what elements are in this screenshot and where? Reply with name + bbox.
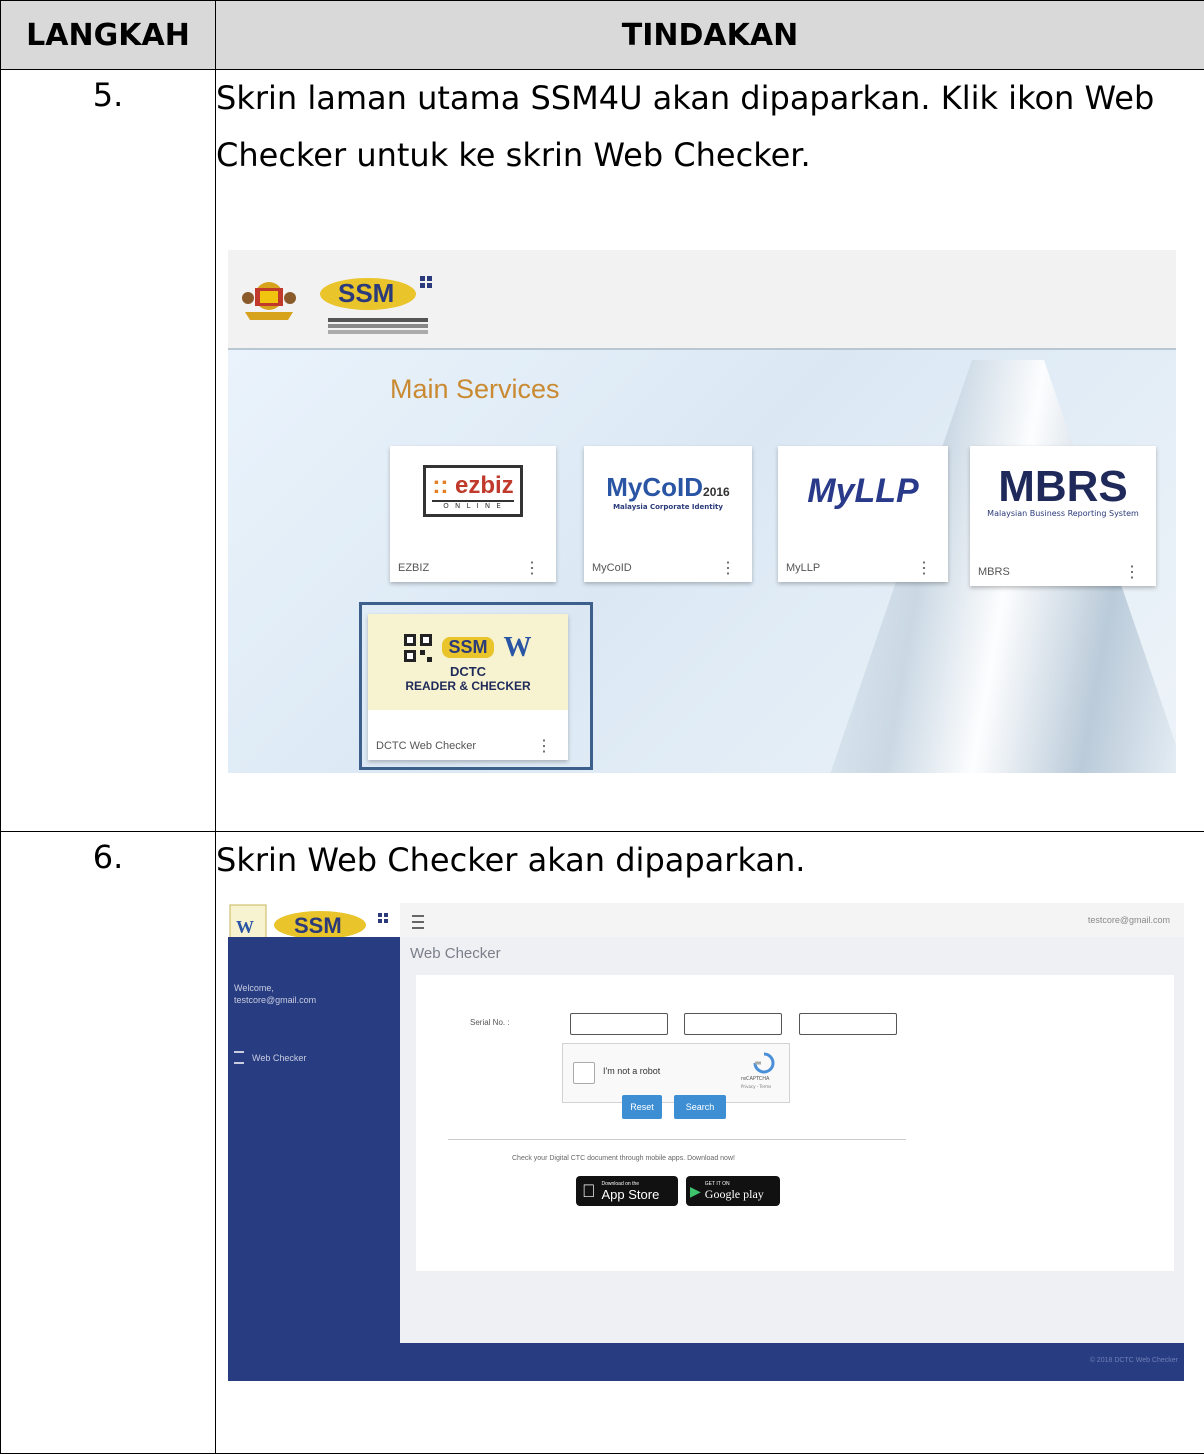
welcome-email: testcore@gmail.com <box>234 995 316 1005</box>
sidebar: Welcome, testcore@gmail.com Web Checker <box>228 937 400 1381</box>
apple-icon:  <box>582 1181 596 1202</box>
google-play-button[interactable]: ▶ GET IT ON Google play <box>686 1176 780 1206</box>
serial-input-2[interactable] <box>684 1013 782 1035</box>
service-card-myllp[interactable]: MyLLP MyLLP ⋮ <box>778 446 948 582</box>
page-title: Web Checker <box>410 945 501 962</box>
highlight-box <box>359 602 593 770</box>
recaptcha-widget: I'm not a robot reCAPTCHA Privacy - Term… <box>562 1043 790 1103</box>
promo-text: Check your Digital CTC document through … <box>512 1155 735 1162</box>
card-menu-icon[interactable]: ⋮ <box>916 564 932 574</box>
myllp-logo-text: MyLLP <box>807 472 918 511</box>
mbrs-logo-sub: Malaysian Business Reporting System <box>987 509 1139 518</box>
ezbiz-logo: :: ezbiz O N L I N E <box>390 446 556 536</box>
reset-button[interactable]: Reset <box>622 1095 662 1119</box>
card-label: MBRS <box>978 566 1010 578</box>
step-text: Skrin laman utama SSM4U akan dipaparkan.… <box>216 79 1154 174</box>
mbrs-logo-text: MBRS <box>998 465 1128 509</box>
sidebar-item-web-checker[interactable]: Web Checker <box>234 1051 306 1064</box>
myllp-logo: MyLLP <box>778 446 948 536</box>
step-number: 6. <box>1 832 216 1454</box>
step-number: 5. <box>1 70 216 832</box>
mycoid-logo-sub: Malaysia Corporate Identity <box>613 503 723 511</box>
card-menu-icon[interactable]: ⋮ <box>524 564 540 574</box>
user-email-menu[interactable]: testcore@gmail.com <box>1088 915 1170 925</box>
serial-label: Serial No. : <box>470 1018 510 1027</box>
app-store-button[interactable]:  Download on the App Store <box>576 1176 678 1206</box>
hamburger-menu-icon[interactable] <box>412 915 424 929</box>
ezbiz-logo-sub: O N L I N E <box>432 500 513 510</box>
card-menu-icon[interactable]: ⋮ <box>1124 568 1140 578</box>
malaysia-crest-icon <box>240 272 298 328</box>
list-icon <box>234 1051 244 1064</box>
header-step: LANGKAH <box>1 1 216 70</box>
serial-input-3[interactable] <box>799 1013 897 1035</box>
ssm-logo-icon: SSM <box>316 268 436 316</box>
googleplay-big-text: Google play <box>705 1187 764 1202</box>
search-button[interactable]: Search <box>674 1095 726 1119</box>
recaptcha-terms: Privacy - Terms <box>741 1084 771 1089</box>
welcome-label: Welcome, <box>234 983 274 993</box>
card-label: MyLLP <box>786 562 820 574</box>
play-icon: ▶ <box>690 1183 701 1200</box>
mycoid-logo-text: MyCoID <box>606 472 703 502</box>
main-services-title: Main Services <box>390 374 560 405</box>
svg-text:SSM: SSM <box>294 913 342 938</box>
serial-input-1[interactable] <box>570 1013 668 1035</box>
card-label: MyCoID <box>592 562 632 574</box>
ssm4u-main-screenshot: SSM Main Services :: ezbiz O N L I N E E… <box>228 250 1176 773</box>
header-action: TINDAKAN <box>216 1 1204 70</box>
step-text: Skrin Web Checker akan dipaparkan. <box>216 841 805 879</box>
svg-text:W: W <box>236 917 254 937</box>
card-label: EZBIZ <box>398 562 429 574</box>
card-menu-icon[interactable]: ⋮ <box>720 564 736 574</box>
mycoid-logo-year: 2016 <box>703 485 730 499</box>
ssm4u-header: SSM <box>228 250 1176 350</box>
recaptcha-checkbox[interactable] <box>573 1062 595 1084</box>
mbrs-logo: MBRS Malaysian Business Reporting System <box>970 446 1156 536</box>
footer-bar: © 2018 DCTC Web Checker <box>400 1343 1184 1381</box>
sidebar-item-label: Web Checker <box>252 1053 306 1063</box>
recaptcha-label: I'm not a robot <box>603 1066 660 1076</box>
service-card-mbrs[interactable]: MBRS Malaysian Business Reporting System… <box>970 446 1156 586</box>
recaptcha-brand: reCAPTCHA <box>741 1076 769 1082</box>
appstore-big-text: App Store <box>602 1187 660 1202</box>
web-checker-form-card <box>416 975 1174 1271</box>
recaptcha-logo-icon <box>753 1052 775 1074</box>
ezbiz-logo-text: ezbiz <box>455 472 514 499</box>
divider <box>448 1139 906 1140</box>
svg-text:SSM: SSM <box>338 278 394 308</box>
service-card-mycoid[interactable]: MyCoID2016 Malaysia Corporate Identity M… <box>584 446 752 582</box>
ssm-tagline-lines <box>328 318 428 322</box>
service-card-ezbiz[interactable]: :: ezbiz O N L I N E EZBIZ ⋮ <box>390 446 556 582</box>
web-checker-screenshot: W SSM testcore@gmail.com Welcome, testco… <box>228 903 1184 1381</box>
mycoid-logo: MyCoID2016 Malaysia Corporate Identity <box>584 446 752 536</box>
footer-text: © 2018 DCTC Web Checker <box>1090 1357 1178 1364</box>
